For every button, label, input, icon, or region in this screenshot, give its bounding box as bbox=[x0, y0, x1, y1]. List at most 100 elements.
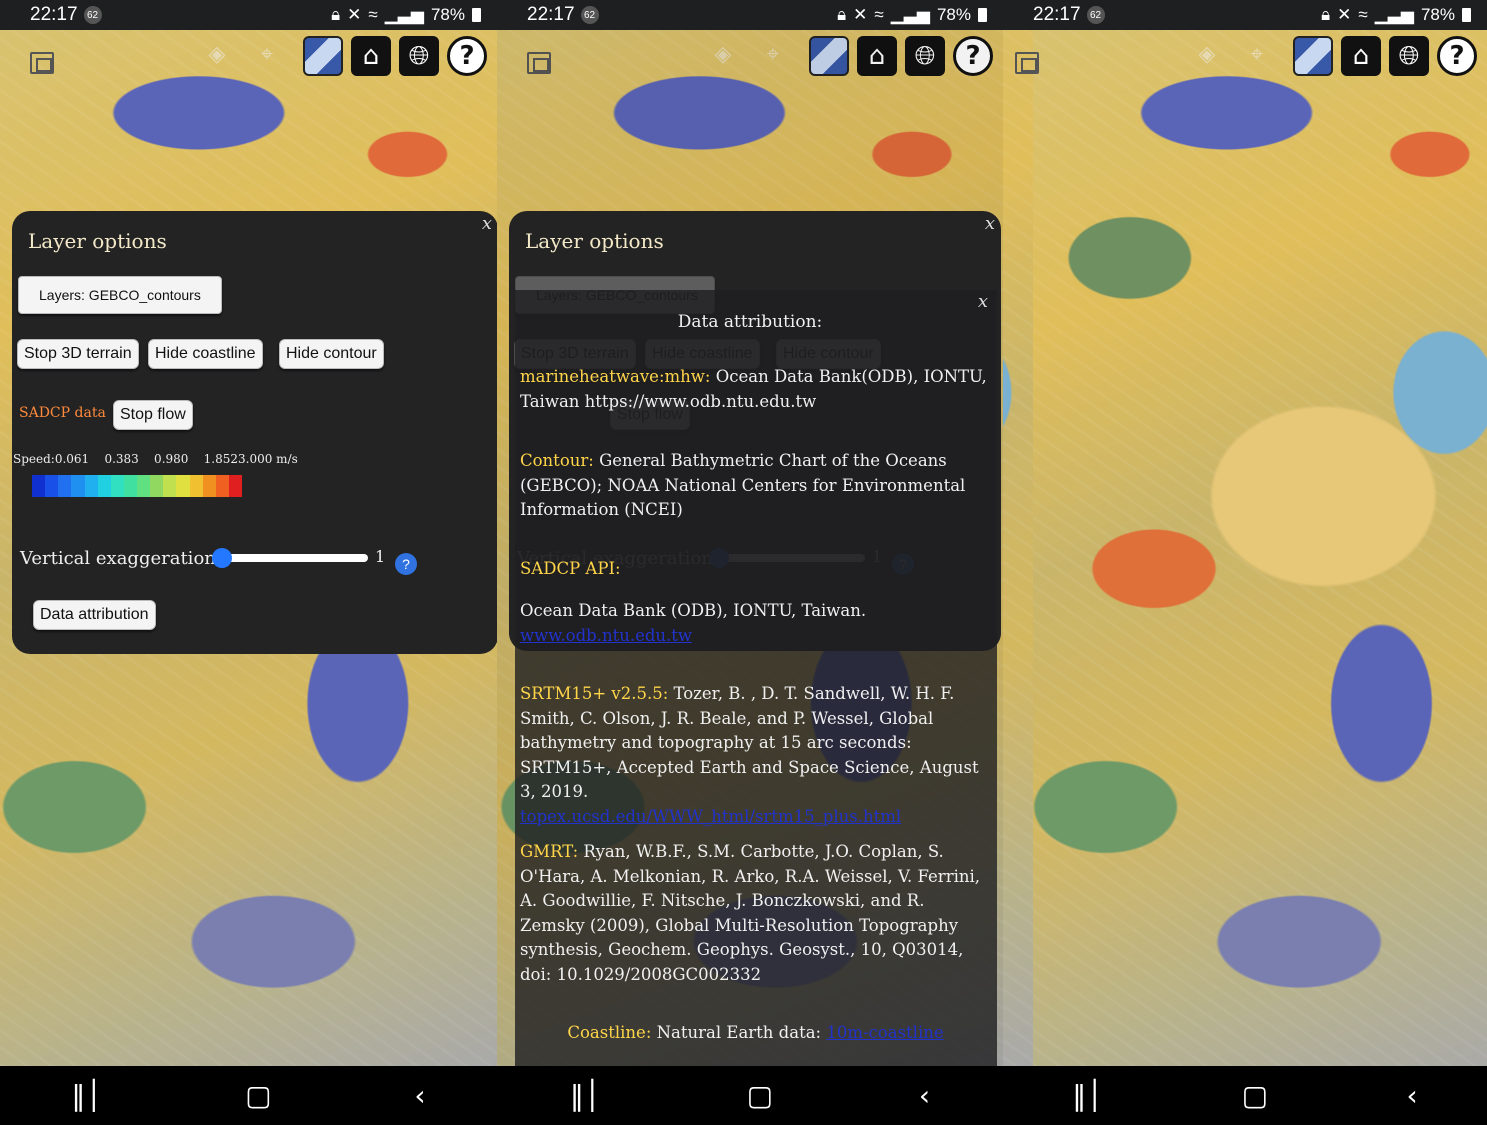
gmrt-key: GMRT: bbox=[520, 842, 579, 861]
help-icon[interactable]: ? bbox=[953, 36, 993, 76]
hide-coastline-button[interactable]: Hide coastline bbox=[148, 339, 263, 369]
layer-options-panel: Layer options x Layers: GEBCO_contours S… bbox=[12, 211, 497, 654]
recent-apps-icon[interactable]: ‖│ bbox=[71, 1079, 102, 1112]
status-icons: 🔒︎ ✕ ≈ ▁▃▅ 78% bbox=[837, 5, 987, 25]
help-icon[interactable]: ? bbox=[447, 36, 487, 76]
map-view[interactable]: ◈ ⌖ ⌂ 🌐︎ ? bbox=[1003, 30, 1487, 1066]
recent-apps-icon[interactable]: ‖│ bbox=[570, 1079, 601, 1112]
stop-flow-button[interactable]: Stop flow bbox=[113, 400, 193, 430]
battery-level: 78% bbox=[936, 5, 971, 24]
back-icon[interactable]: ‹ bbox=[1407, 1079, 1418, 1112]
wifi-icon: ≈ bbox=[1358, 5, 1368, 24]
colorbar-swatch bbox=[110, 475, 124, 497]
close-icon[interactable]: x bbox=[482, 213, 492, 234]
lock-icon: 🔒︎ bbox=[1321, 5, 1331, 24]
colorbar-swatch bbox=[189, 475, 203, 497]
vertical-exaggeration-slider[interactable] bbox=[212, 548, 368, 568]
slider-knob[interactable] bbox=[212, 548, 232, 568]
lock-icon: 🔒︎ bbox=[837, 5, 847, 24]
sadcp-key: SADCP API: bbox=[520, 559, 621, 578]
attribution-srtm: SRTM15+ v2.5.5: Tozer, B. , D. T. Sandwe… bbox=[520, 682, 991, 829]
android-nav-bar: ‖│ ▢ ‹ bbox=[497, 1066, 1003, 1125]
signal-icon: ▁▃▅ bbox=[1374, 5, 1414, 24]
fullscreen-icon[interactable] bbox=[30, 52, 54, 74]
colorbar-swatch bbox=[202, 475, 216, 497]
colorbar-swatch bbox=[97, 475, 111, 497]
colorbar-swatch bbox=[123, 475, 137, 497]
colorbar-swatch bbox=[176, 475, 190, 497]
globe-icon[interactable]: 🌐︎ bbox=[905, 36, 945, 76]
layers-icon[interactable]: ◈ bbox=[203, 42, 231, 70]
battery-level: 78% bbox=[430, 5, 465, 24]
globe-icon[interactable]: 🌐︎ bbox=[1389, 36, 1429, 76]
data-attribution-popup: x Data attribution: marineheatwave:mhw: … bbox=[497, 290, 1003, 1125]
sadcp-link[interactable]: www.odb.ntu.edu.tw bbox=[520, 626, 692, 645]
basemap-icon[interactable] bbox=[1293, 36, 1333, 76]
colorbar-swatch bbox=[163, 475, 177, 497]
screen-1: 22:17 62 🔒︎ ✕ ≈ ▁▃▅ 78% ◈ ⌖ ⌂ 🌐︎ ? Layer… bbox=[0, 0, 497, 1125]
srtm-link[interactable]: topex.ucsd.edu/WWW_html/srtm15_plus.html bbox=[520, 807, 901, 826]
stop-3d-terrain-button[interactable]: Stop 3D terrain bbox=[17, 339, 139, 369]
mute-icon: ✕ bbox=[1337, 5, 1352, 24]
help-icon[interactable]: ? bbox=[1437, 36, 1477, 76]
vertical-exaggeration-label: Vertical exaggeration bbox=[20, 548, 216, 569]
colorbar-swatch bbox=[32, 475, 46, 497]
gmrt-text: Ryan, W.B.F., S.M. Carbotte, J.O. Coplan… bbox=[520, 842, 981, 984]
map-pin-icon[interactable]: ⌖ bbox=[1243, 42, 1271, 70]
fullscreen-icon[interactable] bbox=[1015, 52, 1039, 74]
battery-icon bbox=[472, 8, 481, 22]
coast-key: Coastline: bbox=[567, 1023, 652, 1042]
wifi-icon: ≈ bbox=[874, 5, 884, 24]
attribution-mhw: marineheatwave:mhw: Ocean Data Bank(ODB)… bbox=[520, 365, 991, 414]
home-icon[interactable]: ⌂ bbox=[351, 36, 391, 76]
sadcp-text: Ocean Data Bank (ODB), IONTU, Taiwan. bbox=[520, 601, 867, 620]
clock: 22:17 bbox=[1033, 4, 1081, 25]
mute-icon: ✕ bbox=[347, 5, 362, 24]
back-icon[interactable]: ‹ bbox=[414, 1079, 425, 1112]
wifi-icon: ≈ bbox=[368, 5, 378, 24]
hide-contour-button[interactable]: Hide contour bbox=[279, 339, 384, 369]
basemap-icon[interactable] bbox=[809, 36, 849, 76]
screen-3: 22:17 62 🔒︎ ✕ ≈ ▁▃▅ 78% ◈ ⌖ ⌂ 🌐︎ ? ‖│ ▢ … bbox=[1003, 0, 1487, 1125]
layers-select-button[interactable]: Layers: GEBCO_contours bbox=[18, 276, 222, 314]
attribution-coastline: Coastline: Natural Earth data: 10m-coast… bbox=[520, 1021, 991, 1046]
coast-link[interactable]: 10m-coastline bbox=[826, 1023, 943, 1042]
home-nav-icon[interactable]: ▢ bbox=[245, 1079, 271, 1112]
back-icon[interactable]: ‹ bbox=[919, 1079, 930, 1112]
home-nav-icon[interactable]: ▢ bbox=[747, 1079, 773, 1112]
globe-icon[interactable]: 🌐︎ bbox=[399, 36, 439, 76]
map-toolbar: ◈ ⌖ ⌂ 🌐︎ ? bbox=[203, 36, 487, 76]
speed-legend: Speed:0.061 0.383 0.980 1.8523.000 m/s bbox=[13, 452, 298, 466]
screen-2: 22:17 62 🔒︎ ✕ ≈ ▁▃▅ 78% ◈ ⌖ ⌂ 🌐︎ ? Layer… bbox=[497, 0, 1003, 1125]
home-icon[interactable]: ⌂ bbox=[857, 36, 897, 76]
mute-icon: ✕ bbox=[853, 5, 868, 24]
clock: 22:17 bbox=[527, 4, 575, 25]
attribution-contour: Contour: General Bathymetric Chart of th… bbox=[520, 449, 991, 523]
battery-level: 78% bbox=[1420, 5, 1455, 24]
close-icon[interactable]: x bbox=[985, 213, 995, 234]
map-pin-icon[interactable]: ⌖ bbox=[759, 42, 787, 70]
battery-icon bbox=[1462, 8, 1471, 22]
map-pin-icon[interactable]: ⌖ bbox=[253, 42, 281, 70]
attribution-title: Data attribution: bbox=[677, 312, 823, 332]
panel-title: Layer options bbox=[525, 229, 664, 253]
battery-icon bbox=[978, 8, 987, 22]
home-nav-icon[interactable]: ▢ bbox=[1242, 1079, 1268, 1112]
recent-apps-icon[interactable]: ‖│ bbox=[1072, 1079, 1103, 1112]
notification-badge: 62 bbox=[83, 6, 102, 24]
colorbar-swatch bbox=[84, 475, 98, 497]
layers-icon[interactable]: ◈ bbox=[1193, 42, 1221, 70]
layers-icon[interactable]: ◈ bbox=[709, 42, 737, 70]
help-icon[interactable]: ? bbox=[395, 553, 417, 575]
notification-badge: 62 bbox=[580, 6, 599, 24]
data-attribution-button[interactable]: Data attribution bbox=[33, 600, 156, 630]
coast-text: Natural Earth data: bbox=[651, 1023, 827, 1042]
basemap-icon[interactable] bbox=[303, 36, 343, 76]
map-toolbar: ◈ ⌖ ⌂ 🌐︎ ? bbox=[1193, 36, 1477, 76]
srtm-key: SRTM15+ v2.5.5: bbox=[520, 684, 669, 703]
colorbar-swatch bbox=[71, 475, 85, 497]
fullscreen-icon[interactable] bbox=[527, 52, 551, 74]
colorbar-swatch bbox=[150, 475, 164, 497]
speed-colorbar bbox=[32, 475, 242, 497]
home-icon[interactable]: ⌂ bbox=[1341, 36, 1381, 76]
